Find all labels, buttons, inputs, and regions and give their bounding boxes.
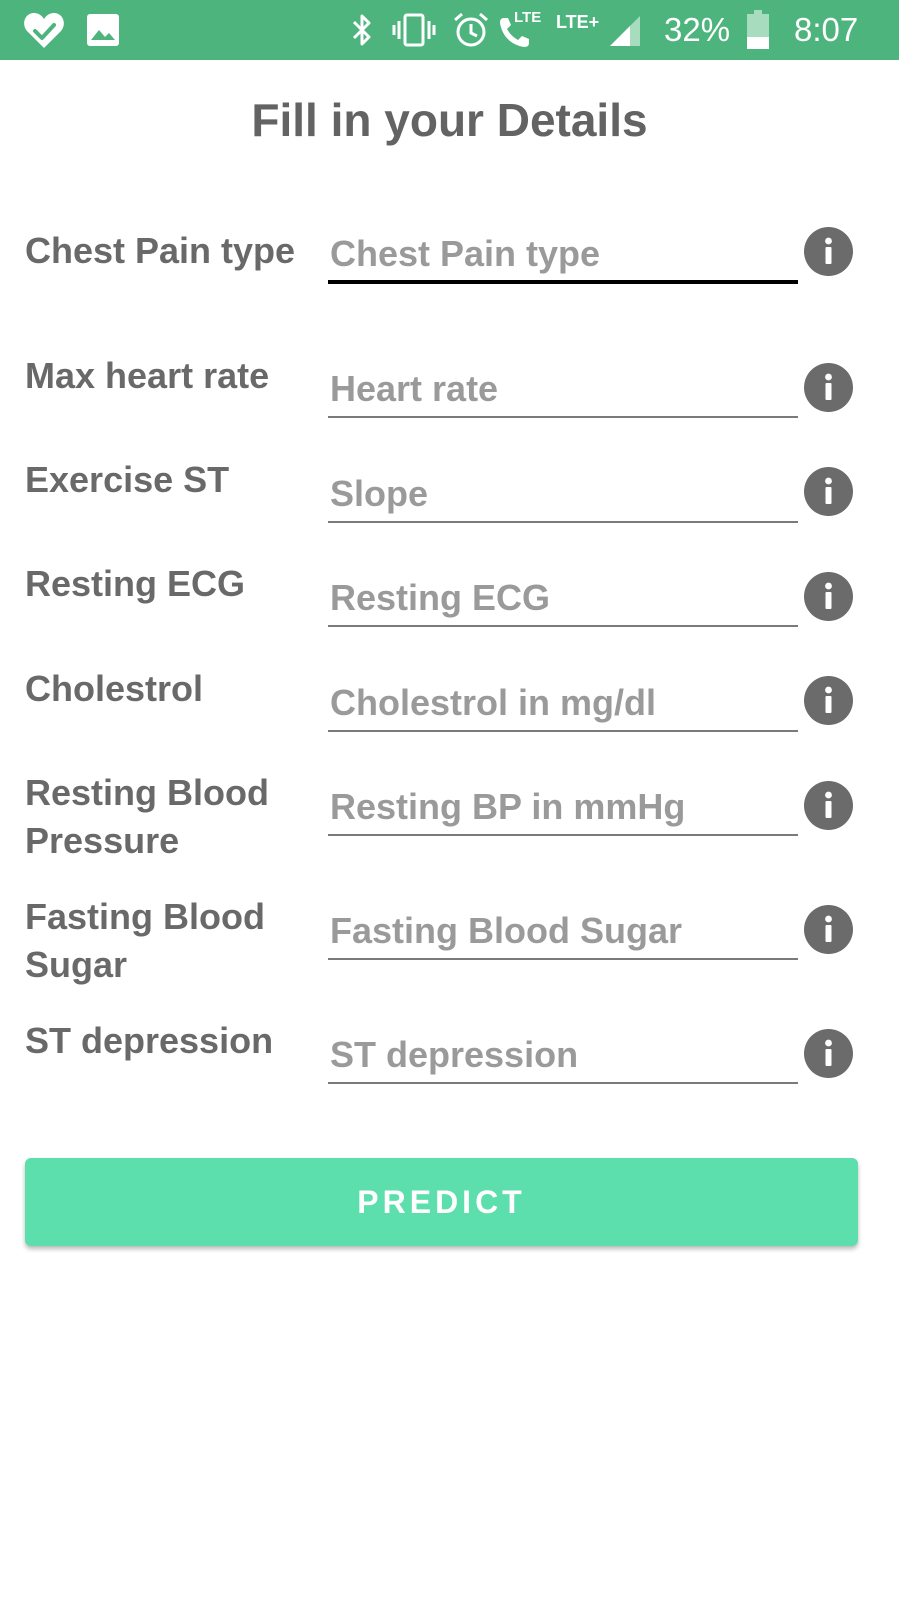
alarm-icon (454, 12, 488, 47)
st-depression-info-icon[interactable] (804, 1029, 853, 1078)
page-title: Fill in your Details (251, 94, 648, 146)
exercise-st-label: Exercise ST (25, 459, 230, 500)
heart-rate-info-icon[interactable] (804, 363, 853, 412)
battery-percent: 32% (664, 11, 731, 48)
st-depression-input[interactable] (328, 1028, 798, 1084)
cholestrol-label: Cholestrol (25, 668, 204, 709)
cholestrol-info-icon[interactable] (804, 676, 853, 725)
resting-ecg-label: Resting ECG (25, 563, 246, 604)
fasting-sugar-label: Fasting Blood Sugar (25, 896, 265, 985)
predict-button[interactable]: PREDICT (25, 1158, 858, 1246)
chest-pain-input[interactable] (328, 228, 798, 284)
fasting-sugar-input[interactable] (328, 904, 798, 960)
lte-2-label: LTE+ (556, 12, 600, 32)
chest-pain-label: Chest Pain type (25, 230, 296, 271)
resting-ecg-input[interactable] (328, 571, 798, 627)
image-icon (87, 14, 119, 46)
max-heart-rate-label: Max heart rate (25, 355, 270, 396)
chest-pain-info-icon[interactable] (804, 227, 853, 276)
slope-input[interactable] (328, 467, 798, 523)
bluetooth-icon (352, 14, 371, 46)
heart-check-icon (24, 13, 64, 48)
heart-rate-input[interactable] (328, 362, 798, 418)
cholestrol-input[interactable] (328, 676, 798, 732)
vibrate-icon (392, 13, 436, 47)
signal-icon (610, 16, 640, 46)
status-bar: LTE LTE+ 32% 8:07 (0, 0, 899, 60)
resting-bp-input[interactable] (328, 780, 798, 836)
clock: 8:07 (794, 11, 859, 48)
exercise-st-info-icon[interactable] (804, 467, 853, 516)
resting-bp-info-icon[interactable] (804, 781, 853, 830)
resting-bp-label: Resting Blood Pressure (25, 772, 269, 861)
fasting-sugar-info-icon[interactable] (804, 905, 853, 954)
st-depression-label: ST depression (25, 1020, 274, 1061)
resting-ecg-info-icon[interactable] (804, 572, 853, 621)
lte-1-label: LTE (514, 9, 542, 26)
battery-icon (747, 10, 769, 49)
